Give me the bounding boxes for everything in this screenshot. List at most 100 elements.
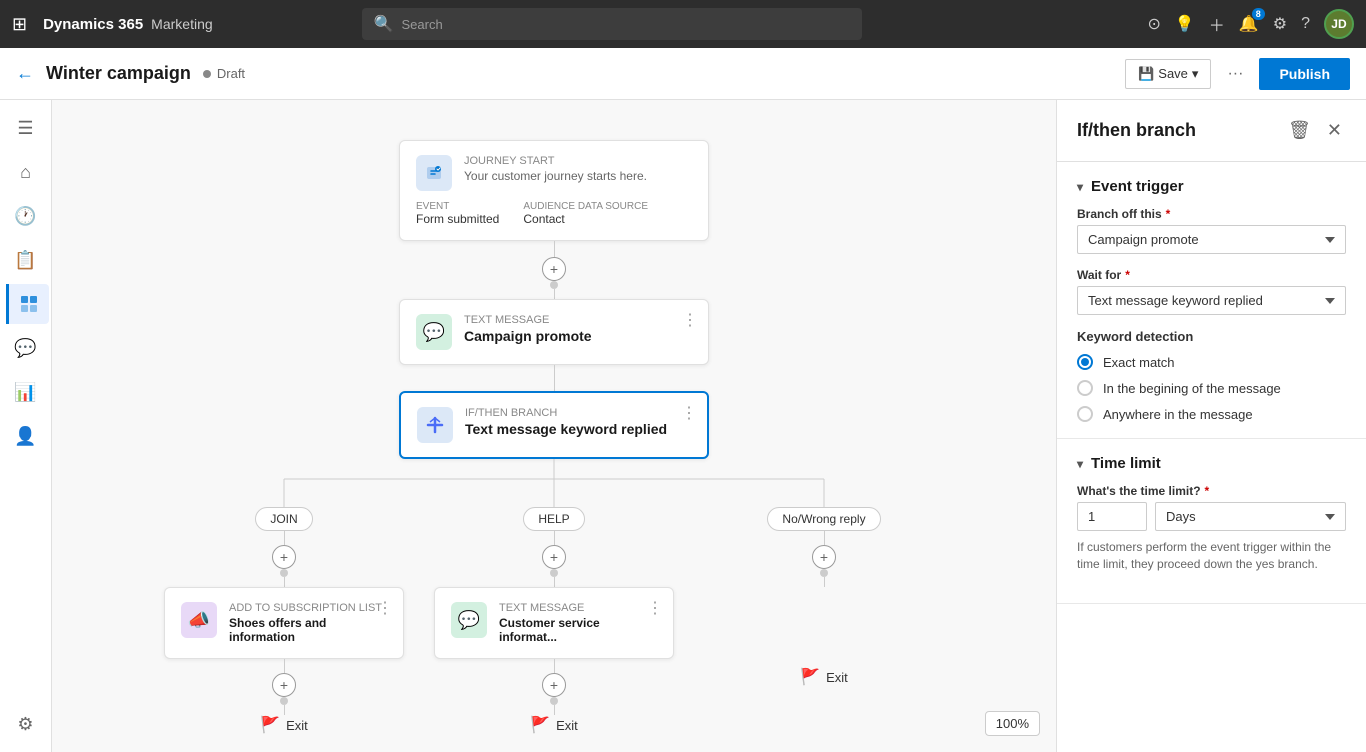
journey-start-node[interactable]: Journey start Your customer journey star… bbox=[399, 140, 709, 241]
sidebar-item-pinned[interactable]: 📋 bbox=[6, 240, 46, 280]
connector-no-reply: + bbox=[812, 531, 836, 587]
exit-help: 🚩 Exit bbox=[530, 715, 578, 735]
connector-1: + bbox=[542, 241, 566, 299]
time-limit-field: What's the time limit? * Days Hours Minu… bbox=[1077, 484, 1346, 573]
page-title: Winter campaign bbox=[46, 63, 191, 84]
exit-help-label: Exit bbox=[556, 718, 578, 733]
branch-off-label: Branch off this * bbox=[1077, 207, 1346, 221]
radio-beginning-input[interactable] bbox=[1077, 380, 1093, 396]
node-menu-customer-service[interactable]: ⋮ bbox=[647, 598, 663, 618]
add-node-help[interactable]: + bbox=[542, 545, 566, 569]
audience-label: AUDIENCE DATA SOURCE bbox=[523, 201, 648, 212]
event-trigger-section: ▾ Event trigger Branch off this * Campai… bbox=[1057, 162, 1366, 439]
settings-circle-icon[interactable]: ⊙ bbox=[1147, 14, 1160, 34]
journey-start-icon bbox=[416, 155, 452, 191]
brand-module: Marketing bbox=[151, 16, 212, 32]
canvas-area[interactable]: Journey start Your customer journey star… bbox=[52, 100, 1056, 752]
if-then-type: If/Then branch bbox=[465, 407, 667, 419]
exit-flag-no-reply: 🚩 bbox=[800, 667, 820, 687]
time-limit-input[interactable] bbox=[1077, 502, 1147, 531]
more-options-button[interactable]: ··· bbox=[1219, 59, 1251, 89]
event-trigger-title: Event trigger bbox=[1091, 178, 1184, 195]
save-button[interactable]: 💾 Save ▾ bbox=[1125, 59, 1211, 89]
wait-for-field: Wait for * Text message keyword replied bbox=[1077, 268, 1346, 315]
radio-exact-match-label: Exact match bbox=[1103, 355, 1175, 370]
search-icon: 🔍 bbox=[374, 14, 394, 34]
keyword-radio-group: Exact match In the begining of the messa… bbox=[1077, 354, 1346, 422]
search-bar[interactable]: 🔍 bbox=[362, 8, 862, 40]
branch-off-select[interactable]: Campaign promote bbox=[1077, 225, 1346, 254]
add-node-no-reply[interactable]: + bbox=[812, 545, 836, 569]
panel-header: If/then branch 🗑 ✕ bbox=[1057, 100, 1366, 162]
wait-for-select[interactable]: Text message keyword replied bbox=[1077, 286, 1346, 315]
text-message-node[interactable]: 💬 Text message Campaign promote ⋮ bbox=[399, 299, 709, 365]
panel-delete-button[interactable]: 🗑 bbox=[1284, 116, 1315, 145]
waffle-menu[interactable]: ⊞ bbox=[12, 14, 27, 35]
connector-2 bbox=[554, 365, 555, 391]
sidebar-item-recent[interactable]: 🕐 bbox=[6, 196, 46, 236]
sidebar-item-settings[interactable]: ⚙ bbox=[6, 704, 46, 744]
radio-anywhere-input[interactable] bbox=[1077, 406, 1093, 422]
subscription-title: Shoes offers and information bbox=[229, 616, 387, 644]
sidebar-item-collapse[interactable]: ☰ bbox=[6, 108, 46, 148]
panel-title: If/then branch bbox=[1077, 120, 1276, 141]
branch-join-label: JOIN bbox=[255, 507, 312, 531]
journeys-icon bbox=[19, 294, 39, 314]
time-limit-toggle[interactable]: ▾ Time limit bbox=[1077, 455, 1346, 472]
gear-icon[interactable]: ⚙ bbox=[1273, 14, 1287, 34]
help-icon[interactable]: ? bbox=[1301, 15, 1310, 33]
time-unit-select[interactable]: Days Hours Minutes Weeks bbox=[1155, 502, 1346, 531]
sidebar-item-analytics[interactable]: 📊 bbox=[6, 372, 46, 412]
customer-service-type: Text message bbox=[499, 602, 657, 614]
exit-flag-join: 🚩 bbox=[260, 715, 280, 735]
node-menu-if-then[interactable]: ⋮ bbox=[681, 403, 697, 423]
main-layout: ☰ ⌂ 🕐 📋 💬 📊 👤 ⚙ bbox=[0, 100, 1366, 752]
status-label: Draft bbox=[217, 66, 245, 81]
sidebar-item-home[interactable]: ⌂ bbox=[6, 152, 46, 192]
radio-anywhere-label: Anywhere in the message bbox=[1103, 407, 1253, 422]
search-input[interactable] bbox=[402, 17, 850, 32]
publish-button[interactable]: Publish bbox=[1259, 58, 1350, 90]
radio-anywhere[interactable]: Anywhere in the message bbox=[1077, 406, 1346, 422]
keyword-detection-area: Keyword detection Exact match In the beg… bbox=[1077, 329, 1346, 422]
wait-for-label: Wait for * bbox=[1077, 268, 1346, 282]
top-navigation: ⊞ Dynamics 365 Marketing 🔍 ⊙ 💡 ＋ 🔔 8 ⚙ ?… bbox=[0, 0, 1366, 48]
connector-join-exit: + bbox=[272, 659, 296, 715]
sidebar-item-journeys[interactable] bbox=[6, 284, 49, 324]
avatar[interactable]: JD bbox=[1324, 9, 1354, 39]
node-menu-subscription[interactable]: ⋮ bbox=[377, 598, 393, 618]
subscription-type: Add to subscription list bbox=[229, 602, 387, 614]
sidebar-item-contacts[interactable]: 👤 bbox=[6, 416, 46, 456]
radio-beginning[interactable]: In the begining of the message bbox=[1077, 380, 1346, 396]
panel-close-button[interactable]: ✕ bbox=[1323, 116, 1346, 145]
add-node-button-1[interactable]: + bbox=[542, 257, 566, 281]
add-node-join-exit[interactable]: + bbox=[272, 673, 296, 697]
exit-no-reply: 🚩 Exit bbox=[800, 667, 848, 687]
add-node-help-exit[interactable]: + bbox=[542, 673, 566, 697]
time-limit-section: ▾ Time limit What's the time limit? * Da… bbox=[1057, 439, 1366, 604]
customer-service-title: Customer service informat... bbox=[499, 616, 657, 644]
zoom-indicator: 100% bbox=[985, 711, 1040, 736]
back-button[interactable]: ← bbox=[16, 63, 34, 84]
radio-exact-match[interactable]: Exact match bbox=[1077, 354, 1346, 370]
if-then-branch-node[interactable]: If/Then branch Text message keyword repl… bbox=[399, 391, 709, 459]
exit-flag-help: 🚩 bbox=[530, 715, 550, 735]
radio-exact-match-input[interactable] bbox=[1077, 354, 1093, 370]
event-trigger-toggle[interactable]: ▾ Event trigger bbox=[1077, 178, 1346, 195]
subscription-node[interactable]: 📣 Add to subscription list Shoes offers … bbox=[164, 587, 404, 659]
node-menu-text-message[interactable]: ⋮ bbox=[682, 310, 698, 330]
exit-no-reply-label: Exit bbox=[826, 670, 848, 685]
if-then-title: Text message keyword replied bbox=[465, 421, 667, 437]
if-then-icon bbox=[417, 407, 453, 443]
journey-start-type: Journey start bbox=[464, 155, 647, 167]
notification-icon[interactable]: 🔔 8 bbox=[1239, 14, 1259, 34]
sidebar-item-segments[interactable]: 💬 bbox=[6, 328, 46, 368]
text-message-icon: 💬 bbox=[416, 314, 452, 350]
lightbulb-icon[interactable]: 💡 bbox=[1175, 14, 1195, 34]
customer-service-node[interactable]: 💬 Text message Customer service informat… bbox=[434, 587, 674, 659]
topnav-icons: ⊙ 💡 ＋ 🔔 8 ⚙ ? JD bbox=[1147, 9, 1354, 39]
customer-service-icon: 💬 bbox=[451, 602, 487, 638]
connector-help: + bbox=[542, 531, 566, 587]
add-node-join[interactable]: + bbox=[272, 545, 296, 569]
plus-icon[interactable]: ＋ bbox=[1209, 12, 1225, 36]
